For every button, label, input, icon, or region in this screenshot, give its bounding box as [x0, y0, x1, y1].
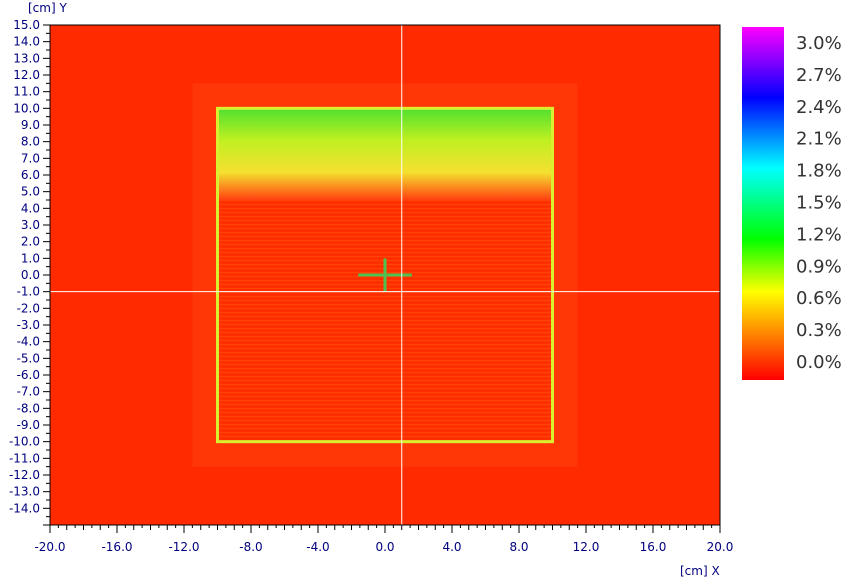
y-tick-label: -10.0: [9, 435, 40, 449]
high-dose-band: [217, 108, 553, 200]
y-tick-label: 13.0: [13, 51, 40, 65]
y-tick-label: 14.0: [13, 35, 40, 49]
y-tick-label: 10.0: [13, 101, 40, 115]
x-tick-label: -16.0: [101, 540, 132, 554]
y-tick-label: 1.0: [21, 251, 40, 265]
y-tick-label: -2.0: [17, 301, 40, 315]
y-tick-label: -4.0: [17, 335, 40, 349]
colorbar-label: 1.2%: [796, 224, 842, 245]
x-tick-label: 20.0: [707, 540, 734, 554]
y-tick-label: -13.0: [9, 485, 40, 499]
x-tick-label: -8.0: [239, 540, 262, 554]
x-tick-label: 0.0: [375, 540, 394, 554]
colorbar-label: 0.3%: [796, 320, 842, 341]
x-tick-label: -4.0: [306, 540, 329, 554]
y-tick-label: 11.0: [13, 85, 40, 99]
colorbar-label: 2.7%: [796, 65, 842, 86]
y-tick-label: 7.0: [21, 151, 40, 165]
y-tick-label: -1.0: [17, 285, 40, 299]
y-tick-label: 9.0: [21, 118, 40, 132]
y-tick-label: 6.0: [21, 168, 40, 182]
y-axis: 15.0 14.0 13.0 12.0 11.0 10.0 9.0 8.0 7.0 6.0 5.0 4…: [9, 18, 50, 526]
y-axis-label: [cm] Y: [28, 1, 67, 15]
colorbar-label: 2.1%: [796, 129, 842, 150]
colorbar-label: 1.5%: [796, 193, 842, 214]
colorbar-label: 1.8%: [796, 161, 842, 182]
x-axis: -20.0 -16.0 -12.0 -8.0 -4.0 0.0 4.0 8.0 12.0 16.0…: [34, 525, 733, 554]
y-tick-label: -9.0: [17, 418, 40, 432]
y-tick-label: 8.0: [21, 135, 40, 149]
x-tick-label: -12.0: [168, 540, 199, 554]
colorbar-label: 0.6%: [796, 288, 842, 309]
y-tick-label: 3.0: [21, 218, 40, 232]
x-tick-label: -20.0: [34, 540, 65, 554]
x-tick-label: 12.0: [573, 540, 600, 554]
colorbar-label: 2.4%: [796, 97, 842, 118]
x-tick-label: 4.0: [442, 540, 461, 554]
y-tick-label: 2.0: [21, 235, 40, 249]
y-tick-label: 12.0: [13, 68, 40, 82]
y-tick-label: 4.0: [21, 201, 40, 215]
y-tick-label: -5.0: [17, 351, 40, 365]
y-tick-label: -8.0: [17, 401, 40, 415]
colorbar-labels: 3.0% 2.7% 2.4% 2.1% 1.8% 1.5% 1.2% 0.9% 0.6% 0.3%…: [796, 33, 842, 373]
y-tick-label: -14.0: [9, 501, 40, 515]
y-tick-label: -11.0: [9, 451, 40, 465]
colorbar-label: 0.0%: [796, 352, 842, 373]
colorbar: [742, 27, 784, 380]
y-tick-label: -3.0: [17, 318, 40, 332]
dose-heatmap-chart: -20.0 -16.0 -12.0 -8.0 -4.0 0.0 4.0 8.0 12.0 16.0…: [9, 1, 842, 578]
x-tick-label: 16.0: [640, 540, 667, 554]
colorbar-label: 3.0%: [796, 33, 842, 54]
y-tick-label: -12.0: [9, 468, 40, 482]
y-tick-label: 15.0: [13, 18, 40, 32]
x-axis-label: [cm] X: [680, 564, 720, 578]
x-tick-label: 8.0: [509, 540, 528, 554]
y-tick-label: 0.0: [21, 268, 40, 282]
colorbar-label: 0.9%: [796, 256, 842, 277]
y-tick-label: 5.0: [21, 185, 40, 199]
y-tick-label: -7.0: [17, 385, 40, 399]
y-tick-label: -6.0: [17, 368, 40, 382]
